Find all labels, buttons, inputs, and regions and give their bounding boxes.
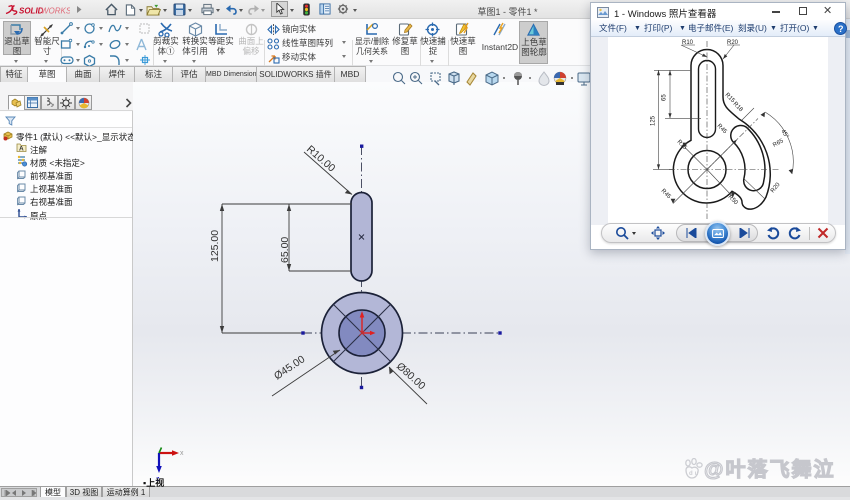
svg-text:R45: R45 <box>660 188 672 200</box>
svg-text:R15: R15 <box>676 139 688 151</box>
svg-text:125: 125 <box>651 115 657 126</box>
svg-text:R65: R65 <box>772 138 785 149</box>
svg-text:65: 65 <box>662 94 668 101</box>
svg-text:R18: R18 <box>732 101 744 113</box>
svg-text:?: ? <box>838 24 844 34</box>
svg-text:du: du <box>689 471 700 477</box>
svg-text:SOLID: SOLID <box>19 7 44 16</box>
svg-text:R50: R50 <box>727 194 739 206</box>
svg-text:R20: R20 <box>770 181 782 194</box>
svg-text:WORKS: WORKS <box>41 7 70 16</box>
svg-text:R45: R45 <box>716 123 728 135</box>
svg-text:A: A <box>19 146 24 153</box>
